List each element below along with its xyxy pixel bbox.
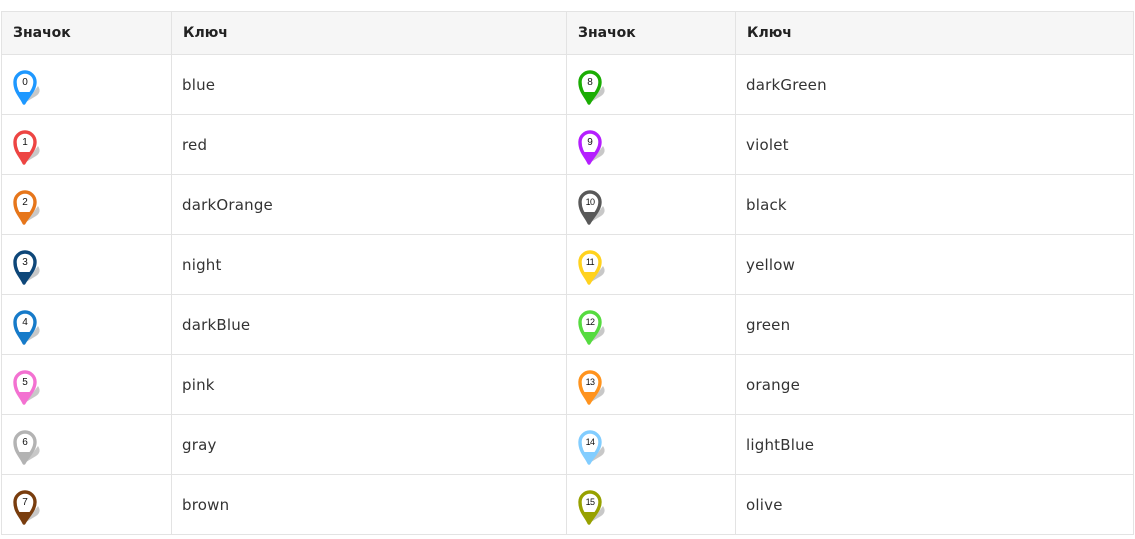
- icon-cell: 6: [1, 414, 172, 475]
- header-icon-right: Значок: [566, 11, 736, 55]
- key-cell: violet: [735, 114, 1134, 175]
- placemark-icon: 6: [13, 429, 40, 465]
- header-key-right: Ключ: [735, 11, 1134, 55]
- placemark-icon: 2: [13, 189, 40, 225]
- placemark-icon: 13: [578, 369, 605, 405]
- placemark-icon: 4: [13, 309, 40, 345]
- placemark-number: 14: [586, 437, 595, 447]
- icon-cell: 0: [1, 54, 172, 115]
- key-cell: darkGreen: [735, 54, 1134, 115]
- table-row: 6 gray 14 lightBlue: [1, 414, 1134, 475]
- placemark-icon: 3: [13, 249, 40, 285]
- key-cell: pink: [171, 354, 567, 415]
- icon-cell: 13: [566, 354, 736, 415]
- key-cell: olive: [735, 474, 1134, 535]
- key-cell: lightBlue: [735, 414, 1134, 475]
- header-key-left: Ключ: [171, 11, 567, 55]
- table-row: 3 night 11 yellow: [1, 234, 1134, 295]
- icon-cell: 9: [566, 114, 736, 175]
- placemark-number: 15: [586, 497, 595, 507]
- icon-cell: 11: [566, 234, 736, 295]
- placemark-icon: 5: [13, 369, 40, 405]
- placemark-number: 5: [22, 377, 28, 388]
- key-cell: brown: [171, 474, 567, 535]
- key-cell: darkOrange: [171, 174, 567, 235]
- icon-cell: 8: [566, 54, 736, 115]
- key-cell: blue: [171, 54, 567, 115]
- icon-cell: 4: [1, 294, 172, 355]
- key-cell: green: [735, 294, 1134, 355]
- placemark-number: 8: [587, 77, 593, 88]
- table-row: 5 pink 13 orange: [1, 354, 1134, 415]
- placemark-icon: 14: [578, 429, 605, 465]
- table-body: 0 blue 8 darkGreen 1 red 9 violet 2 darkOrange 10 b…: [1, 54, 1134, 535]
- table-row: 2 darkOrange 10 black: [1, 174, 1134, 235]
- key-cell: yellow: [735, 234, 1134, 295]
- table-row: 4 darkBlue 12 green: [1, 294, 1134, 355]
- placemark-number: 7: [22, 497, 28, 508]
- icon-cell: 1: [1, 114, 172, 175]
- placemark-number: 0: [22, 77, 28, 88]
- icon-cell: 5: [1, 354, 172, 415]
- icon-cell: 12: [566, 294, 736, 355]
- table-row: 0 blue 8 darkGreen: [1, 54, 1134, 115]
- placemark-icon: 9: [578, 129, 605, 165]
- table-row: 7 brown 15 olive: [1, 474, 1134, 535]
- placemark-number: 9: [587, 137, 593, 148]
- placemark-icon: 7: [13, 489, 40, 525]
- key-cell: orange: [735, 354, 1134, 415]
- icon-cell: 7: [1, 474, 172, 535]
- placemark-icon: 11: [578, 249, 605, 285]
- placemark-icon: 12: [578, 309, 605, 345]
- icon-cell: 3: [1, 234, 172, 295]
- placemark-number: 6: [22, 437, 28, 448]
- placemark-icon: 8: [578, 69, 605, 105]
- placemark-icon: 10: [578, 189, 605, 225]
- key-cell: red: [171, 114, 567, 175]
- header-icon-left: Значок: [1, 11, 172, 55]
- placemark-number: 10: [586, 197, 595, 207]
- placemark-number: 2: [22, 197, 28, 208]
- key-cell: gray: [171, 414, 567, 475]
- table-row: 1 red 9 violet: [1, 114, 1134, 175]
- placemark-icon: 15: [578, 489, 605, 525]
- placemark-number: 11: [586, 257, 595, 267]
- placemark-number: 13: [586, 377, 595, 387]
- placemark-number: 3: [22, 257, 28, 268]
- icon-key-table: Значок Ключ Значок Ключ 0 blue 8 darkGreen 1…: [1, 11, 1134, 535]
- icon-key-table-container: Значок Ключ Значок Ключ 0 blue 8 darkGreen 1…: [1, 11, 1134, 535]
- placemark-number: 4: [22, 317, 28, 328]
- icon-cell: 2: [1, 174, 172, 235]
- placemark-number: 1: [22, 137, 28, 148]
- placemark-icon: 1: [13, 129, 40, 165]
- icon-cell: 15: [566, 474, 736, 535]
- key-cell: black: [735, 174, 1134, 235]
- key-cell: night: [171, 234, 567, 295]
- placemark-icon: 0: [13, 69, 40, 105]
- icon-cell: 10: [566, 174, 736, 235]
- icon-cell: 14: [566, 414, 736, 475]
- table-header-row: Значок Ключ Значок Ключ: [1, 11, 1134, 55]
- key-cell: darkBlue: [171, 294, 567, 355]
- placemark-number: 12: [586, 317, 595, 327]
